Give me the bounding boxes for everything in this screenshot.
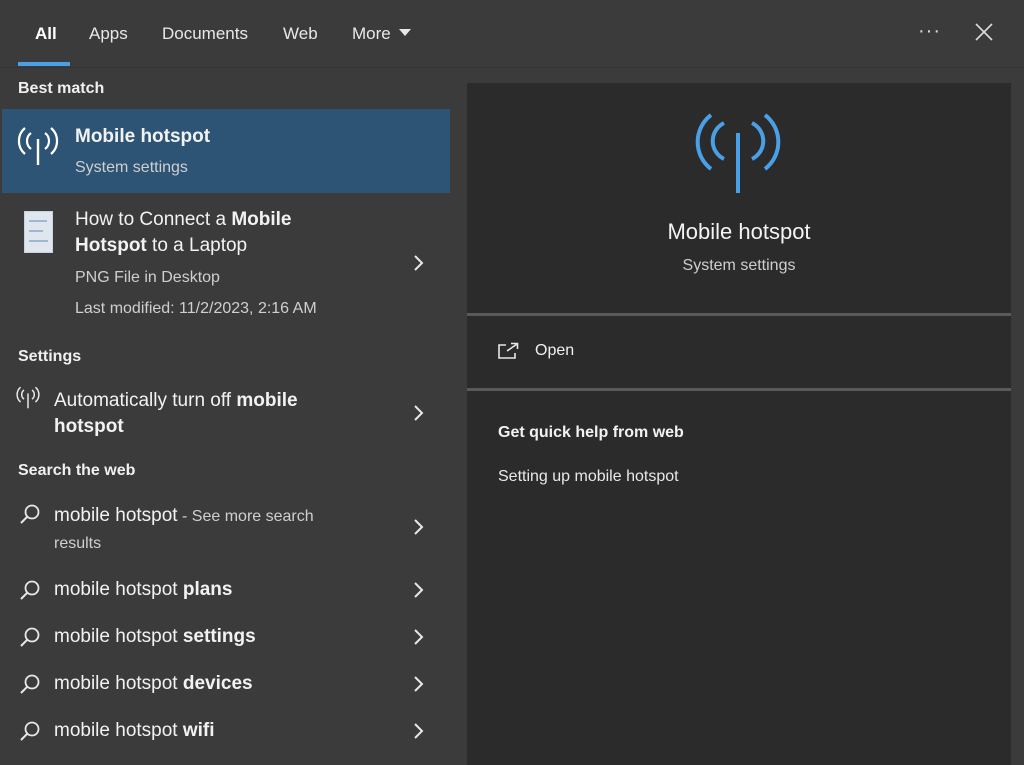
chevron-right-icon[interactable] — [412, 675, 424, 693]
search-window: All Apps Documents Web More ··· Best mat… — [0, 0, 1024, 765]
open-external-icon — [498, 342, 519, 359]
hotspot-icon — [695, 113, 781, 193]
section-settings: Settings — [18, 348, 82, 365]
web-result-text: mobile hotspot devices — [54, 671, 253, 697]
file-title-text: How to Connect a — [75, 209, 232, 230]
chevron-right-icon[interactable] — [412, 254, 424, 272]
search-icon — [20, 721, 40, 741]
hotspot-icon — [16, 386, 40, 409]
chevron-right-icon[interactable] — [412, 722, 424, 740]
web-result[interactable]: mobile hotspot devices — [2, 665, 450, 705]
file-title-line-1: How to Connect a Mobile — [75, 207, 291, 233]
chevron-right-icon[interactable] — [412, 628, 424, 646]
result-file[interactable]: How to Connect a Mobile Hotspot to a Lap… — [2, 195, 450, 328]
more-options-button[interactable]: ··· — [918, 20, 941, 43]
web-result-highlight: wifi — [182, 720, 215, 741]
file-title-text: to a Laptop — [146, 235, 248, 256]
section-best-match: Best match — [18, 80, 105, 97]
thumbnail-line — [29, 220, 47, 222]
result-best-match[interactable]: Mobile hotspot System settings — [2, 109, 450, 193]
web-result-query: mobile hotspot — [54, 626, 183, 647]
preview-title: Mobile hotspot — [667, 219, 811, 244]
result-setting[interactable]: Automatically turn off mobile hotspot — [2, 382, 450, 446]
tab-more-label: More — [352, 24, 391, 43]
quick-help-title: Get quick help from web — [498, 424, 684, 441]
web-result-suffix: - See more search — [177, 508, 314, 525]
tab-more[interactable]: More — [352, 22, 411, 46]
web-result-highlight: devices — [182, 673, 253, 694]
web-result-query: mobile hotspot — [54, 720, 183, 741]
file-title-highlight: Mobile — [231, 209, 292, 230]
setting-title-highlight: mobile — [236, 390, 298, 411]
section-search-the-web: Search the web — [18, 462, 136, 479]
preview-pane: Mobile hotspot System settings Open Get … — [452, 68, 1024, 765]
preview-subtitle: System settings — [682, 257, 796, 274]
best-match-subtitle: System settings — [75, 159, 188, 176]
web-result[interactable]: mobile hotspot settings — [2, 618, 450, 658]
search-tabs-bar: All Apps Documents Web More ··· — [0, 0, 1024, 68]
web-result-query: mobile hotspot — [54, 673, 183, 694]
web-result-query: mobile hotspot — [54, 505, 178, 526]
open-label: Open — [535, 342, 575, 359]
active-tab-indicator — [18, 62, 70, 66]
search-icon — [20, 674, 40, 694]
open-button[interactable]: Open — [467, 316, 1011, 388]
setting-title-text: Automatically turn off — [54, 390, 237, 411]
web-result-text: mobile hotspot wifi — [54, 718, 215, 744]
search-icon — [20, 504, 40, 524]
web-result-text: mobile hotspot settings — [54, 624, 256, 650]
tab-documents[interactable]: Documents — [162, 22, 248, 46]
setting-title-line-2: hotspot — [54, 416, 124, 437]
chevron-right-icon[interactable] — [412, 404, 424, 422]
web-result-highlight: plans — [182, 579, 233, 600]
file-title-line-2: Hotspot to a Laptop — [75, 233, 247, 259]
tab-web[interactable]: Web — [283, 22, 318, 46]
web-result-text: mobile hotspot - See more search — [54, 503, 314, 530]
setting-title-line-1: Automatically turn off mobile — [54, 388, 298, 414]
web-result[interactable]: mobile hotspot plans — [2, 571, 450, 611]
results-pane: Best match Mobile hotspot System setting… — [0, 68, 452, 765]
file-modified: Last modified: 11/2/2023, 2:16 AM — [75, 300, 317, 317]
chevron-right-icon[interactable] — [412, 518, 424, 536]
quick-help-link[interactable]: Setting up mobile hotspot — [498, 468, 679, 486]
best-match-title: Mobile hotspot — [75, 126, 211, 147]
tab-all[interactable]: All — [35, 22, 57, 46]
web-result-suffix-line-2: results — [54, 535, 102, 552]
close-icon[interactable] — [974, 22, 994, 42]
file-thumbnail — [24, 211, 53, 253]
thumbnail-line — [29, 230, 43, 232]
quick-help-card: Get quick help from web Setting up mobil… — [467, 391, 1011, 765]
preview-header-card: Mobile hotspot System settings — [467, 83, 1011, 316]
web-result[interactable]: mobile hotspot - See more search results — [2, 496, 450, 562]
web-result[interactable]: mobile hotspot wifi — [2, 712, 450, 752]
web-result-highlight: settings — [182, 626, 256, 647]
search-icon — [20, 627, 40, 647]
web-result-query: mobile hotspot — [54, 579, 183, 600]
chevron-right-icon[interactable] — [412, 581, 424, 599]
file-type: PNG File in Desktop — [75, 269, 220, 286]
tab-apps[interactable]: Apps — [89, 22, 128, 46]
hotspot-icon — [17, 127, 59, 165]
thumbnail-line — [29, 240, 48, 242]
file-title-highlight: Hotspot — [75, 235, 147, 256]
caret-down-icon — [398, 29, 411, 36]
search-icon — [20, 580, 40, 600]
web-result-text: mobile hotspot plans — [54, 577, 232, 603]
